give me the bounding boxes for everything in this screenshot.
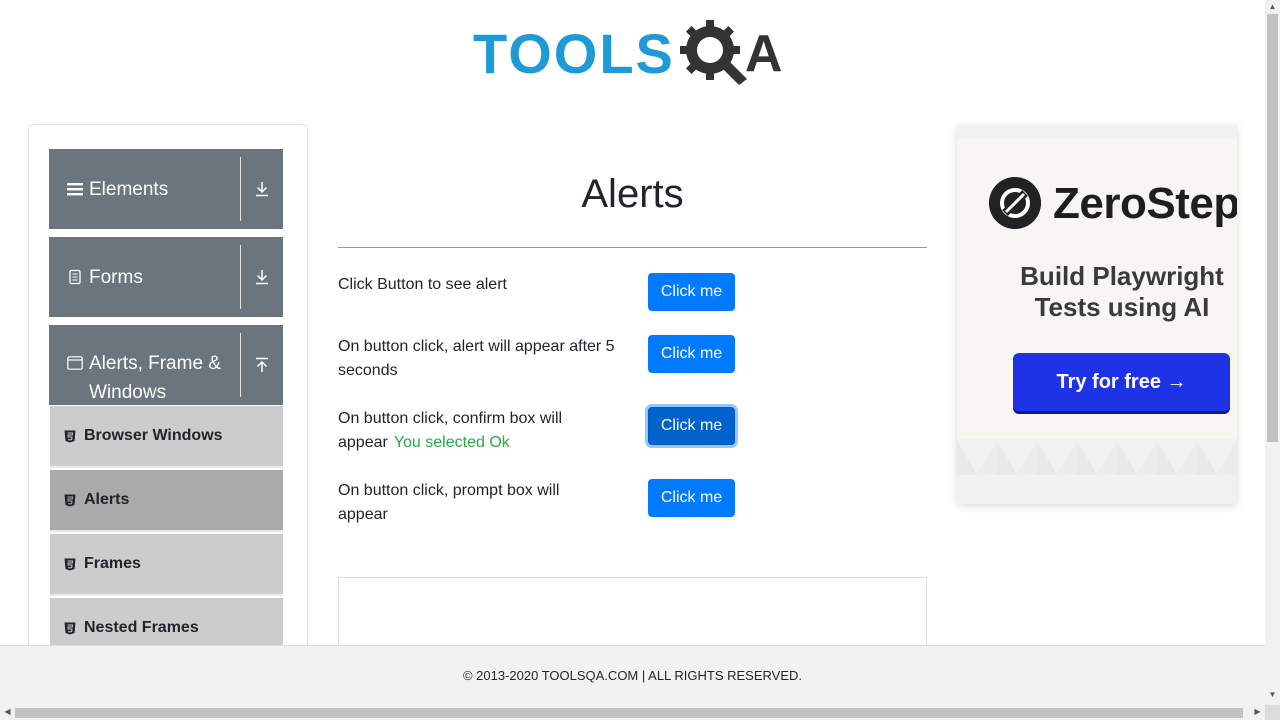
group-label: Alerts, Frame & Windows [89, 353, 221, 403]
sidebar-item-label: Frames [84, 555, 141, 572]
row-confirm-text: On button click, confirm box will appear… [338, 407, 598, 455]
footer: © 2013-2020 TOOLSQA.COM | ALL RIGHTS RES… [0, 645, 1265, 707]
sidebar-item-label: Browser Windows [84, 427, 223, 444]
html5-icon [64, 494, 76, 506]
scroll-left-icon[interactable]: ◀ [0, 707, 15, 716]
try-for-free-button[interactable]: Try for free → [1013, 353, 1230, 411]
alert-button[interactable]: Click me [648, 273, 735, 311]
html5-icon [64, 622, 76, 634]
page-title: Alerts [581, 172, 684, 216]
document-icon [69, 269, 81, 285]
zerostep-logo-icon [989, 177, 1041, 229]
confirm-result: You selected Ok [393, 434, 510, 451]
zerostep-ad[interactable]: ZeroStep Build Playwright Tests using AI… [957, 125, 1237, 504]
sidebar-item-alerts[interactable]: Alerts [50, 470, 283, 532]
logo-suffix: A [744, 25, 783, 83]
row-prompt-text: On button click, prompt box will appear [338, 482, 560, 523]
row-alert-text: Click Button to see alert [338, 276, 507, 293]
scroll-right-icon[interactable]: ▶ [1250, 707, 1265, 716]
scrollbar-corner [1265, 705, 1280, 720]
group-label: Forms [89, 266, 143, 288]
header: TOOLS A [0, 0, 1265, 100]
scroll-up-icon[interactable]: ▲ [1265, 2, 1280, 11]
gear-magnifier-icon [679, 20, 747, 85]
left-panel: Elements Forms Alerts, Frame & Windows B… [28, 124, 308, 720]
sidebar-item-label: Alerts [84, 491, 130, 508]
group-forms[interactable]: Forms [49, 237, 283, 317]
prompt-button[interactable]: Click me [648, 479, 735, 517]
row-timer-alert-text: On button click, alert will appear after… [338, 338, 615, 379]
ad-headline: Build Playwright Tests using AI [1020, 261, 1224, 322]
ad-brand: ZeroStep [1053, 179, 1237, 228]
html5-icon [64, 430, 76, 442]
upload-arrow-icon[interactable] [241, 325, 283, 405]
html5-icon [64, 558, 76, 570]
download-arrow-icon[interactable] [241, 237, 283, 317]
confirm-button[interactable]: Click me [648, 407, 735, 445]
download-arrow-icon[interactable] [241, 149, 283, 229]
horizontal-scrollbar[interactable]: ◀ ▶ [0, 705, 1265, 720]
divider [338, 247, 927, 248]
group-label: Elements [89, 178, 169, 200]
vertical-scrollbar[interactable]: ▲ ▼ [1265, 0, 1280, 707]
scroll-thumb[interactable] [15, 708, 1243, 718]
sidebar-item-label: Nested Frames [84, 619, 199, 636]
group-elements[interactable]: Elements [49, 149, 283, 229]
window-icon [67, 356, 83, 370]
group-alerts-frame-windows[interactable]: Alerts, Frame & Windows [49, 325, 283, 405]
timer-alert-button[interactable]: Click me [648, 335, 735, 373]
scroll-thumb[interactable] [1267, 14, 1278, 442]
hamburger-icon [67, 183, 83, 196]
logo-text: TOOLS [473, 22, 675, 85]
sidebar-item-frames[interactable]: Frames [50, 534, 283, 596]
ad-card: ZeroStep Build Playwright Tests using AI… [957, 139, 1237, 439]
scroll-down-icon[interactable]: ▼ [1265, 690, 1280, 699]
sidebar-item-browser-windows[interactable]: Browser Windows [50, 406, 283, 468]
toolsqa-logo[interactable]: TOOLS A [473, 16, 797, 92]
